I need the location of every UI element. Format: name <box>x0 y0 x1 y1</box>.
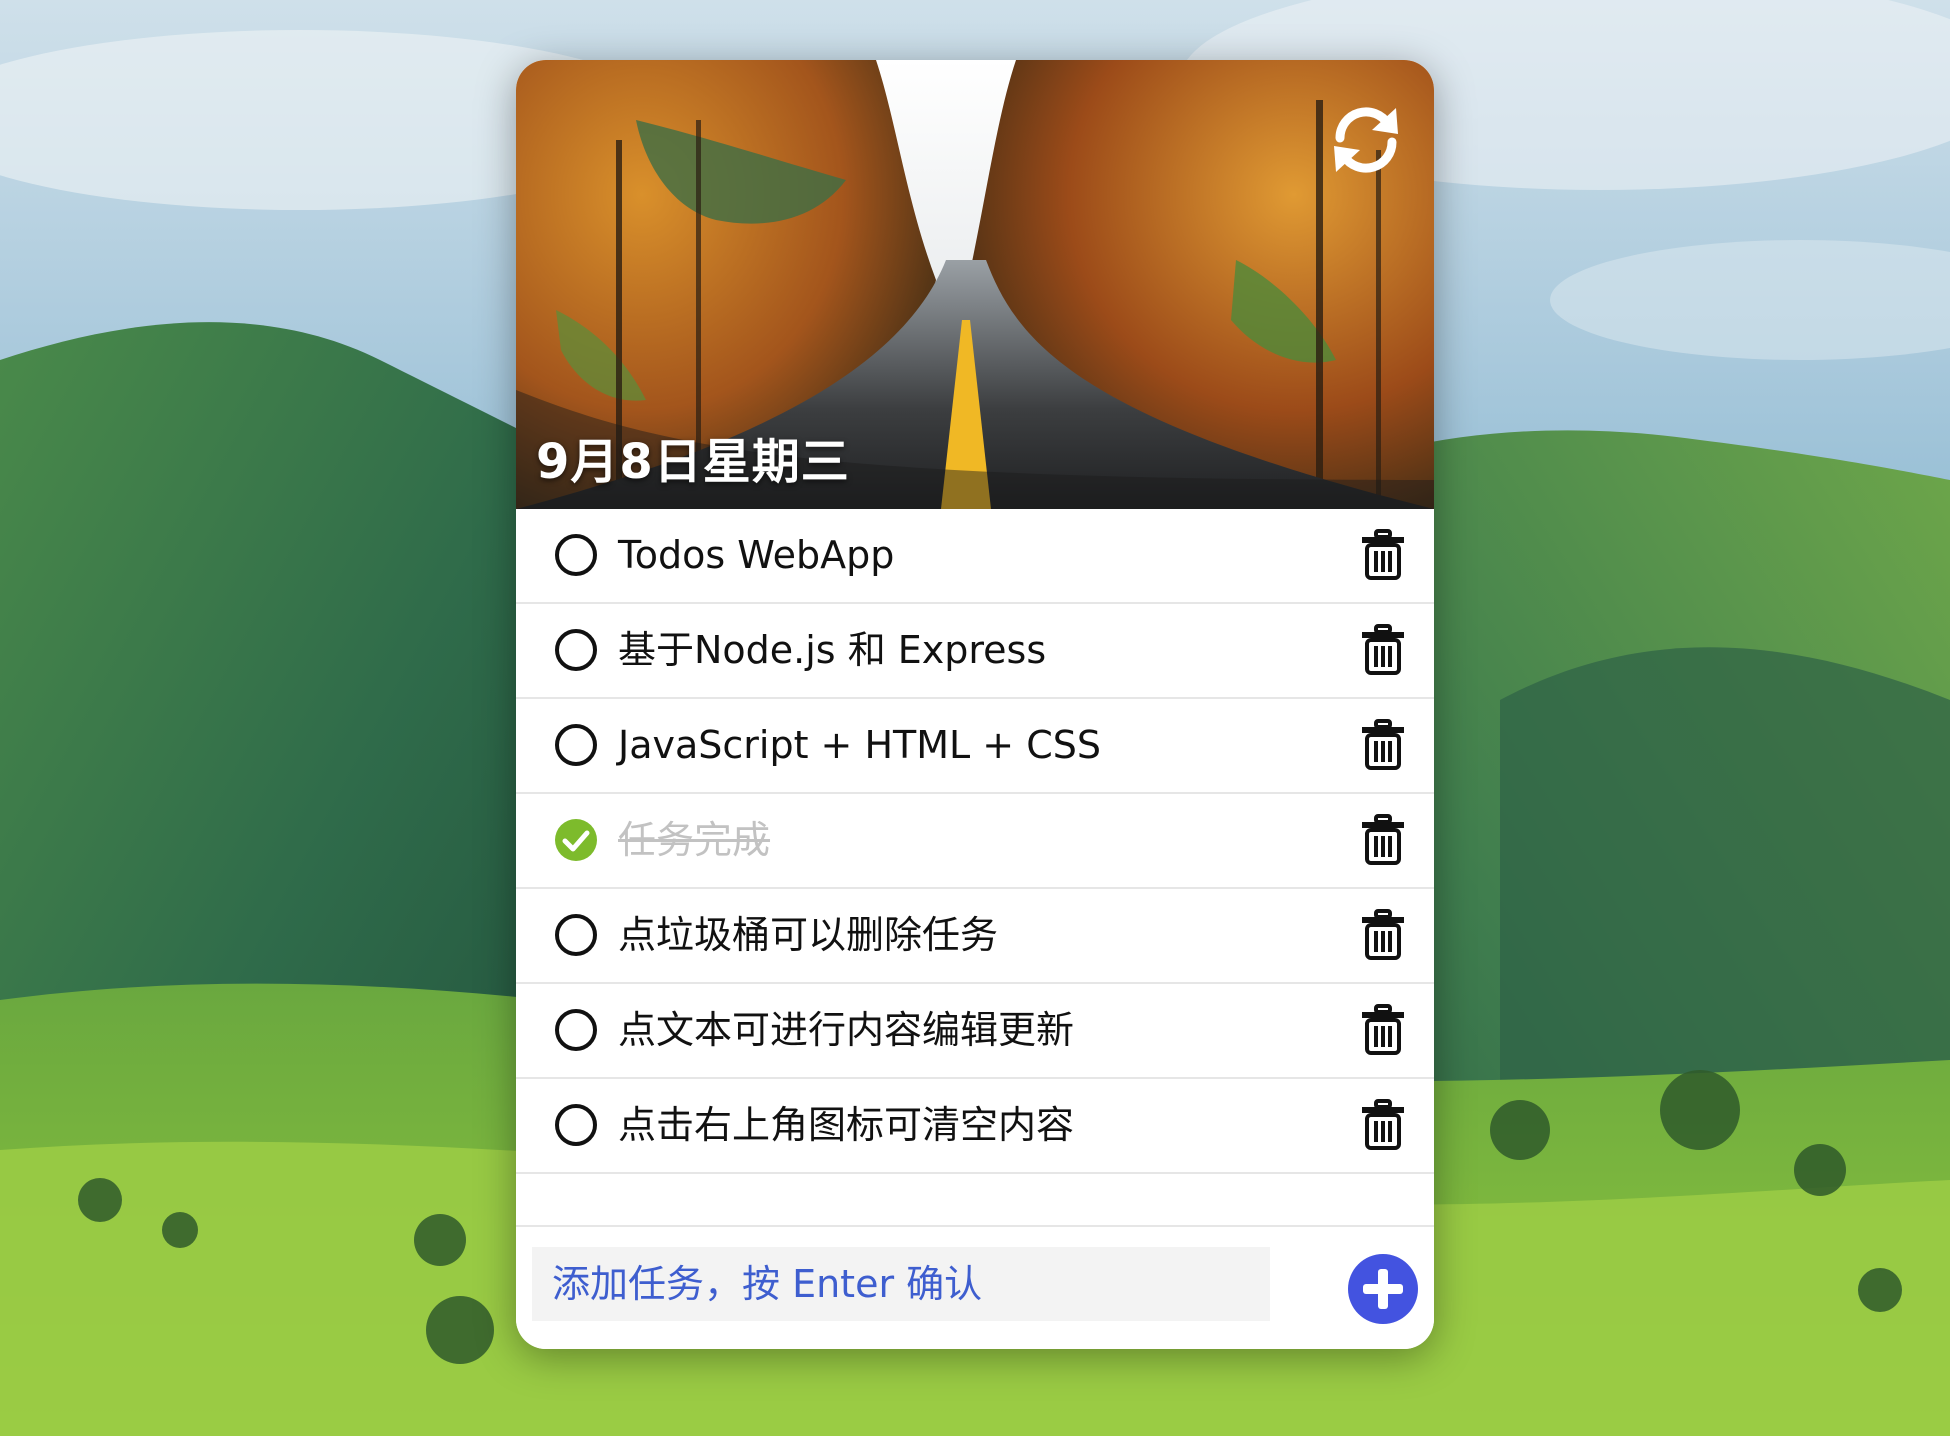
circle-check-icon[interactable] <box>554 723 598 767</box>
todo-text[interactable]: Todos WebApp <box>618 509 894 602</box>
todo-item-done: 任务完成 <box>516 794 1434 889</box>
todo-item: Todos WebApp <box>516 509 1434 604</box>
new-todo-input[interactable] <box>532 1247 1270 1321</box>
trash-icon[interactable] <box>1358 1099 1408 1151</box>
todo-list: Todos WebApp 基于Node.js 和 Express JavaScr… <box>516 509 1434 1174</box>
circle-check-icon[interactable] <box>554 913 598 957</box>
trash-icon[interactable] <box>1358 719 1408 771</box>
circle-check-icon[interactable] <box>554 628 598 672</box>
trash-icon[interactable] <box>1358 529 1408 581</box>
trash-icon[interactable] <box>1358 1004 1408 1056</box>
circle-check-icon[interactable] <box>554 1103 598 1147</box>
todo-text[interactable]: 任务完成 <box>618 794 770 887</box>
todo-text[interactable]: JavaScript + HTML + CSS <box>618 699 1101 792</box>
header-banner: 9月8日星期三 <box>516 60 1434 509</box>
todo-item: 点垃圾桶可以删除任务 <box>516 889 1434 984</box>
trash-icon[interactable] <box>1358 624 1408 676</box>
todo-text[interactable]: 基于Node.js 和 Express <box>618 604 1046 697</box>
todo-item: 基于Node.js 和 Express <box>516 604 1434 699</box>
circle-check-done-icon[interactable] <box>554 818 598 862</box>
todo-text[interactable]: 点垃圾桶可以删除任务 <box>618 889 998 982</box>
trash-icon[interactable] <box>1358 909 1408 961</box>
todo-item: 点击右上角图标可清空内容 <box>516 1079 1434 1174</box>
todo-card: 9月8日星期三 Todos WebApp 基于Node.js 和 Express… <box>516 60 1434 1349</box>
date-title: 9月8日星期三 <box>536 434 850 490</box>
add-todo-bar <box>516 1225 1434 1349</box>
todo-text[interactable]: 点文本可进行内容编辑更新 <box>618 984 1074 1077</box>
trash-icon[interactable] <box>1358 814 1408 866</box>
circle-check-icon[interactable] <box>554 533 598 577</box>
todo-item: JavaScript + HTML + CSS <box>516 699 1434 794</box>
todo-item: 点文本可进行内容编辑更新 <box>516 984 1434 1079</box>
refresh-icon[interactable] <box>1326 100 1406 180</box>
circle-check-icon[interactable] <box>554 1008 598 1052</box>
todo-text[interactable]: 点击右上角图标可清空内容 <box>618 1079 1074 1172</box>
plus-circle-icon[interactable] <box>1347 1253 1419 1325</box>
